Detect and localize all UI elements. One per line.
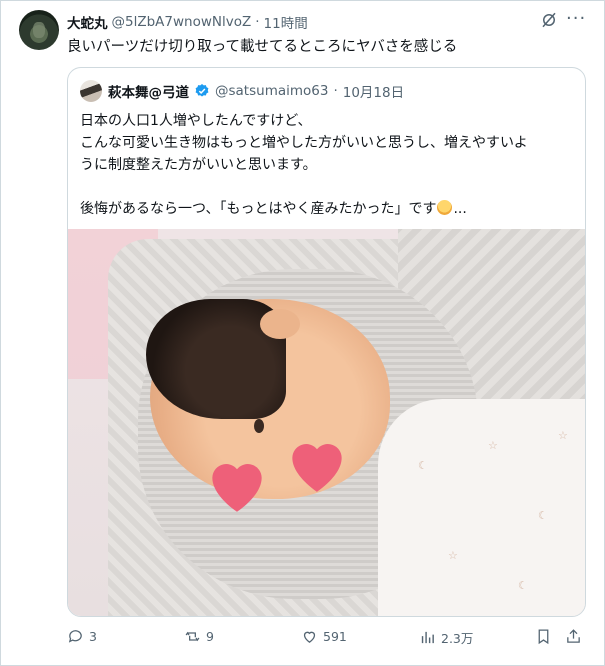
- quote-date[interactable]: 10月18日: [343, 81, 404, 101]
- reply-count: 3: [89, 629, 97, 644]
- like-count: 591: [323, 629, 347, 644]
- quote-line: うに制度整えた方がいいと思います。: [80, 157, 317, 173]
- bookmark-icon: [538, 629, 549, 645]
- reply-icon: [68, 630, 82, 643]
- quote-author-avatar[interactable]: [80, 80, 102, 102]
- tweet-time[interactable]: 11時間: [264, 12, 308, 32]
- tweet-header: 大蛇丸 @5lZbA7wnowNlvoZ · 11時間: [67, 12, 308, 32]
- tweet-text: 良いパーツだけ切り取って載せてるところにヤバさを感じる: [67, 39, 458, 55]
- pleading-face-emoji-icon: [437, 200, 453, 215]
- quote-text: 日本の人口1人増やしたんですけど、 こんな可愛い生き物はもっと増やした方がいいと…: [80, 110, 580, 220]
- quote-header: 萩本舞@弓道 @satsumaimo63 · 10月18日: [108, 81, 404, 101]
- like-button[interactable]: 591: [301, 628, 347, 645]
- header-separator: ·: [255, 14, 260, 30]
- retweet-icon: [185, 631, 200, 642]
- heart-sticker-icon: [212, 464, 262, 512]
- author-name[interactable]: 大蛇丸: [67, 12, 108, 32]
- views-count: 2.3万: [441, 631, 474, 646]
- like-icon: [303, 631, 316, 643]
- quote-author-handle[interactable]: @satsumaimo63: [215, 83, 328, 99]
- baby-eye: [254, 419, 264, 433]
- quote-last-line: 後悔があるなら一つ、「もっとはやく産みたかった」です...: [80, 198, 580, 220]
- bookmark-button[interactable]: [535, 628, 552, 645]
- quote-separator: ·: [333, 83, 338, 99]
- more-icon[interactable]: ···: [566, 8, 586, 29]
- quoted-tweet[interactable]: 萩本舞@弓道 @satsumaimo63 · 10月18日 日本の人口1人増やし…: [67, 67, 586, 617]
- author-handle[interactable]: @5lZbA7wnowNlvoZ: [112, 14, 252, 30]
- author-avatar[interactable]: [19, 10, 59, 50]
- heart-sticker-icon: [292, 444, 342, 492]
- reply-button[interactable]: 3: [67, 628, 97, 645]
- share-icon: [567, 629, 580, 643]
- retweet-count: 9: [206, 629, 214, 644]
- quote-line: 日本の人口1人増やしたんですけど、: [80, 113, 312, 129]
- grok-icon[interactable]: [540, 11, 558, 29]
- baby-ear: [260, 309, 300, 339]
- action-bar: 3 9 591 2.3万: [67, 626, 587, 648]
- quote-last-line-text: 後悔があるなら一つ、「もっとはやく産みたかった」です: [80, 201, 437, 217]
- verified-badge-icon: [195, 84, 209, 97]
- baby-photo[interactable]: ☾ ☆ ☾ ☆ ☾ ☆: [68, 229, 585, 616]
- baby-onesie: ☾ ☆ ☾ ☆ ☾ ☆: [378, 399, 585, 616]
- share-button[interactable]: [565, 628, 582, 645]
- views-icon: [421, 631, 434, 644]
- quote-line: こんな可愛い生き物はもっと増やした方がいいと思うし、増えやすいよ: [80, 135, 528, 151]
- quote-author-name[interactable]: 萩本舞@弓道: [108, 81, 189, 101]
- views-button[interactable]: 2.3万: [419, 628, 473, 647]
- retweet-button[interactable]: 9: [184, 628, 214, 645]
- quote-ellipsis: ...: [453, 201, 467, 217]
